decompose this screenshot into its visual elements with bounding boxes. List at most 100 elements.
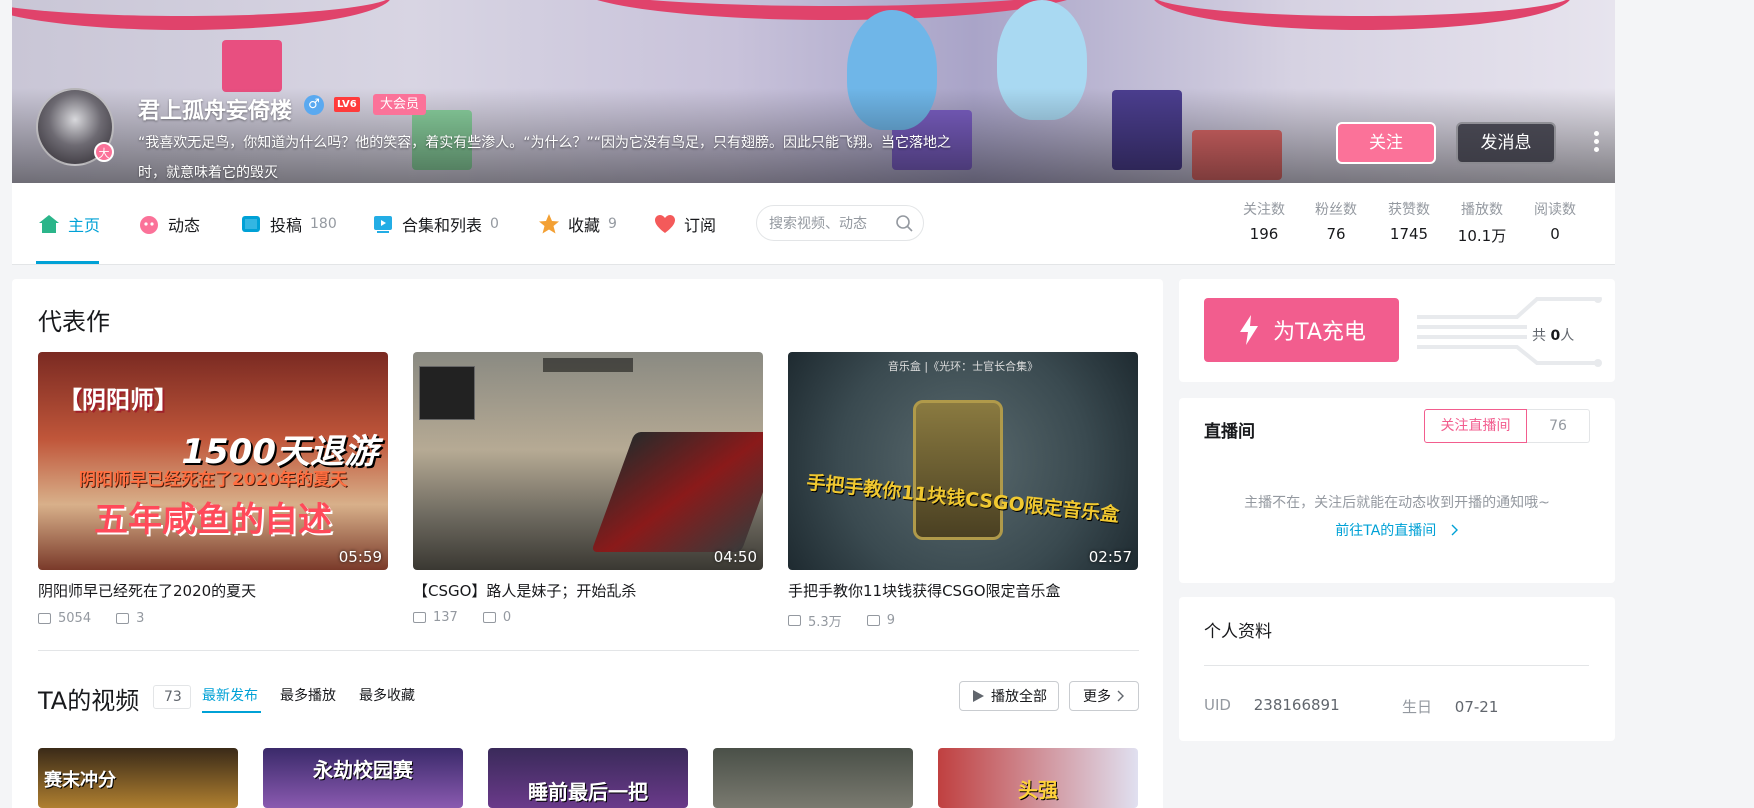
go-live-room-link[interactable]: 前往TA的直播间 bbox=[1179, 520, 1615, 540]
tab-home[interactable]: 主页 bbox=[38, 183, 100, 265]
stat-fans[interactable]: 粉丝数 76 bbox=[1296, 199, 1376, 243]
follow-live-button[interactable]: 关注直播间 bbox=[1424, 409, 1527, 443]
section-divider bbox=[38, 650, 1139, 651]
comment-count: 9 bbox=[886, 613, 895, 628]
play-all-label: 播放全部 bbox=[991, 689, 1047, 705]
live-title: 直播间 bbox=[1204, 422, 1255, 442]
search-input[interactable] bbox=[757, 206, 885, 240]
star-icon bbox=[539, 214, 559, 234]
vip-badge[interactable]: 大会员 bbox=[373, 94, 427, 115]
sort-most-played[interactable]: 最多播放 bbox=[280, 685, 336, 705]
video-thumbnail[interactable]: 永劫校园赛 bbox=[263, 748, 463, 808]
scoreboard bbox=[543, 358, 633, 372]
tab-count: 9 bbox=[608, 216, 617, 232]
tab-uploads[interactable]: 投稿 180 bbox=[240, 183, 337, 265]
username: 君上孤舟妄倚楼 bbox=[138, 99, 293, 124]
main-panel: 代表作 【阴阳师】 1500天退游 阴阳师早已经死在了2020年的夏天 五年咸鱼… bbox=[12, 279, 1163, 808]
minimap bbox=[419, 366, 475, 420]
tab-label: 合集和列表 bbox=[402, 216, 483, 235]
charge-count-value: 0 bbox=[1550, 328, 1561, 344]
search-box bbox=[756, 205, 924, 241]
tab-label: 动态 bbox=[168, 216, 201, 235]
video-thumbnail[interactable]: 睡前最后一把 bbox=[488, 748, 688, 808]
live-follow-count: 76 bbox=[1527, 409, 1590, 443]
stat-label: 播放数 bbox=[1461, 202, 1503, 218]
banner-ribbon bbox=[12, 0, 392, 30]
tab-label: 订阅 bbox=[684, 216, 717, 235]
sort-indicator bbox=[202, 711, 261, 713]
tab-dynamic[interactable]: 动态 bbox=[138, 183, 200, 265]
uid-label: UID bbox=[1204, 696, 1231, 714]
sort-most-favorited[interactable]: 最多收藏 bbox=[359, 685, 415, 705]
tab-label: 主页 bbox=[68, 216, 101, 235]
tab-favorites[interactable]: 收藏 9 bbox=[538, 183, 617, 265]
dynamic-icon bbox=[140, 216, 158, 234]
stat-likes: 获赞数 1745 bbox=[1369, 199, 1449, 243]
user-sign-line: “我喜欢无足鸟，你知道为什么吗？他的笑容，着实有些渗人。“为什么？”“因为它没有… bbox=[138, 135, 952, 151]
video-thumbnail[interactable]: 头强 bbox=[938, 748, 1138, 808]
tab-count: 180 bbox=[310, 216, 337, 232]
tab-collections[interactable]: 合集和列表 0 bbox=[372, 183, 499, 265]
tab-subscriptions[interactable]: 订阅 bbox=[654, 183, 716, 265]
stat-value: 10.1万 bbox=[1457, 227, 1507, 245]
avatar[interactable]: 大 bbox=[36, 88, 114, 166]
thumb-caption: 头强 bbox=[1018, 778, 1058, 802]
stat-plays: 播放数 10.1万 bbox=[1442, 199, 1522, 246]
profile-info-divider bbox=[1204, 665, 1589, 666]
birthday-value: 07-21 bbox=[1454, 698, 1499, 716]
play-all-button[interactable]: 播放全部 bbox=[959, 681, 1059, 711]
comment-icon bbox=[866, 615, 880, 626]
message-button[interactable]: 发消息 bbox=[1456, 122, 1556, 164]
gender-male-icon: ♂ bbox=[304, 95, 324, 115]
profile-info-card: 个人资料 UID 238166891 生日 07-21 bbox=[1179, 597, 1615, 741]
thumb-caption: 赛末冲分 bbox=[44, 770, 116, 791]
circuit-decoration bbox=[1417, 297, 1602, 367]
search-icon[interactable] bbox=[895, 214, 913, 232]
cover-text: 阴阳师早已经死在了2020年的夏天 bbox=[78, 470, 348, 490]
weapon bbox=[591, 432, 763, 552]
go-live-room-label: 前往TA的直播间 bbox=[1335, 523, 1437, 539]
video-card[interactable]: 04:50 【CSGO】路人是妹子；开始乱杀 137 0 bbox=[413, 352, 763, 623]
stat-label: 关注数 bbox=[1243, 202, 1285, 218]
video-card[interactable]: 音乐盒 |《光环：士官长合集》 手把手教你11块钱CSGO限定音乐盒 02:57… bbox=[788, 352, 1138, 630]
video-icon bbox=[242, 216, 260, 232]
charge-button[interactable]: 为TA充电 bbox=[1204, 298, 1399, 362]
home-icon bbox=[39, 215, 59, 233]
play-count: 137 bbox=[433, 611, 458, 623]
sort-latest[interactable]: 最新发布 bbox=[202, 685, 258, 705]
active-tab-indicator bbox=[36, 261, 99, 264]
more-menu-icon[interactable] bbox=[1590, 128, 1602, 156]
video-thumbnail[interactable]: 04:50 bbox=[413, 352, 763, 570]
stat-following[interactable]: 关注数 196 bbox=[1224, 199, 1304, 243]
video-title[interactable]: 【CSGO】路人是妹子；开始乱杀 bbox=[413, 580, 763, 601]
video-meta: 5.3万 9 bbox=[788, 611, 1138, 630]
cover-text: 【阴阳师】 bbox=[58, 386, 178, 414]
section-title-representative: 代表作 bbox=[38, 308, 110, 336]
stat-value: 196 bbox=[1249, 225, 1279, 243]
video-title[interactable]: 手把手教你11块钱获得CSGO限定音乐盒 bbox=[788, 580, 1138, 601]
live-card: 直播间 关注直播间 76 主播不在，关注后就能在动态收到开播的通知哦~ 前往TA… bbox=[1179, 398, 1615, 583]
more-button[interactable]: 更多 bbox=[1069, 681, 1139, 711]
video-title[interactable]: 阴阳师早已经死在了2020的夏天 bbox=[38, 580, 388, 601]
video-thumbnail[interactable] bbox=[713, 748, 913, 808]
play-count-icon bbox=[38, 613, 51, 624]
tab-label: 收藏 bbox=[568, 216, 601, 235]
charge-card: 为TA充电 共 0人 bbox=[1179, 279, 1615, 382]
video-meta: 5054 3 bbox=[38, 611, 388, 626]
video-thumbnail[interactable]: 音乐盒 |《光环：士官长合集》 手把手教你11块钱CSGO限定音乐盒 02:57 bbox=[788, 352, 1138, 570]
banner-ribbon bbox=[1152, 0, 1572, 30]
stat-value: 0 bbox=[1550, 225, 1560, 243]
heart-icon bbox=[655, 215, 675, 233]
chevron-right-icon bbox=[1451, 524, 1458, 536]
birthday-field: 生日 07-21 bbox=[1402, 696, 1498, 717]
stat-label: 阅读数 bbox=[1534, 202, 1576, 218]
charge-count-suffix: 人 bbox=[1560, 328, 1575, 344]
profile-nav: 主页 动态 投稿 180 合集和列表 0 收藏 9 订阅 关注数 196 粉丝数… bbox=[12, 183, 1615, 265]
video-card[interactable]: 【阴阳师】 1500天退游 阴阳师早已经死在了2020年的夏天 五年咸鱼的自述 … bbox=[38, 352, 388, 626]
video-duration: 05:59 bbox=[338, 548, 382, 566]
follow-button[interactable]: 关注 bbox=[1336, 122, 1436, 164]
video-thumbnail[interactable]: 【阴阳师】 1500天退游 阴阳师早已经死在了2020年的夏天 五年咸鱼的自述 … bbox=[38, 352, 388, 570]
video-thumbnail[interactable]: 赛末冲分 bbox=[38, 748, 238, 808]
comment-count: 3 bbox=[136, 611, 145, 626]
birthday-label: 生日 bbox=[1402, 698, 1433, 716]
